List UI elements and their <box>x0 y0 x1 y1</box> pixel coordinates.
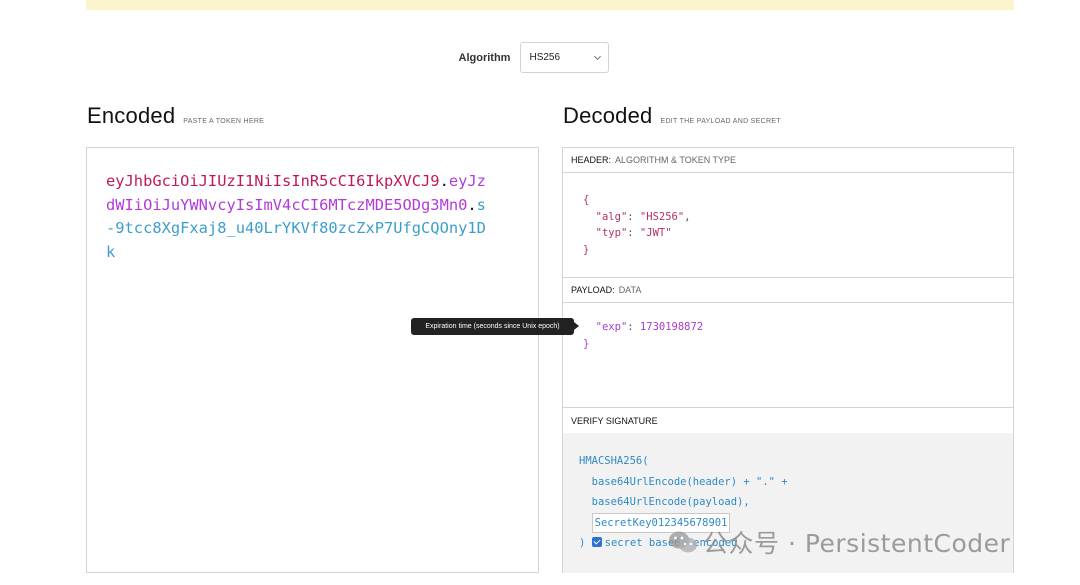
exp-key: "exp" <box>595 321 628 333</box>
header-json-editor[interactable]: { "alg": "HS256", "typ": "JWT" } <box>583 192 691 258</box>
header-panel-label: HEADER: <box>571 155 612 165</box>
verify-panel-label: VERIFY SIGNATURE <box>571 415 658 426</box>
token-dot: . <box>467 195 477 214</box>
payload-json-editor[interactable]: "exp": 1730198872 } <box>583 319 703 352</box>
header-panel-sublabel: ALGORITHM & TOKEN TYPE <box>615 155 737 165</box>
verify-panel-heading: VERIFY SIGNATURE <box>563 408 1013 433</box>
formula-close-paren: ) <box>579 537 586 549</box>
payload-panel-heading: PAYLOAD: DATA <box>563 278 1013 303</box>
encoded-heading: Encoded PASTE A TOKEN HERE <box>87 103 264 129</box>
token-header-part: eyJhbGciOiJIUzI1NiIsInR5cCI6IkpXVCJ9 <box>106 172 440 190</box>
alg-value: "HS256" <box>639 210 685 223</box>
alg-key: "alg" <box>595 210 628 223</box>
payload-encode-line: base64UrlEncode(payload), <box>591 496 750 508</box>
hmac-function: HMACSHA256( <box>579 455 649 467</box>
warning-banner <box>86 0 1014 10</box>
chevron-down-icon <box>594 52 602 60</box>
exp-value: 1730198872 <box>639 321 704 333</box>
token-dot: . <box>439 172 449 190</box>
algorithm-row: Algorithm HS256 <box>0 42 1080 73</box>
payload-panel-label: PAYLOAD: <box>571 285 615 295</box>
watermark: 公众号 · PersistentCoder <box>668 524 1010 560</box>
algorithm-label: Algorithm <box>458 51 511 64</box>
header-encode-line: base64UrlEncode(header) + "." + <box>591 475 788 488</box>
encoded-token-text[interactable]: eyJhbGciOiJIUzI1NiIsInR5cCI6IkpXVCJ9.eyJ… <box>106 170 486 264</box>
secret-base64-checkbox[interactable] <box>591 537 602 547</box>
decoded-heading: Decoded EDIT THE PAYLOAD AND SECRET <box>563 103 781 129</box>
encoded-title: Encoded <box>87 103 176 128</box>
typ-key: "typ" <box>595 227 628 239</box>
decoded-subtitle: EDIT THE PAYLOAD AND SECRET <box>660 118 781 125</box>
wechat-icon <box>669 531 697 553</box>
decoded-panel: HEADER: ALGORITHM & TOKEN TYPE { "alg": … <box>562 147 1014 573</box>
watermark-text: 公众号 · PersistentCoder <box>703 529 1011 558</box>
header-panel-heading: HEADER: ALGORITHM & TOKEN TYPE <box>563 148 1013 173</box>
typ-value: "JWT" <box>639 227 672 239</box>
algorithm-select[interactable]: HS256 <box>520 42 610 73</box>
algorithm-selected-value: HS256 <box>529 52 561 63</box>
payload-panel-sublabel: DATA <box>618 285 642 295</box>
exp-tooltip: Expiration time (seconds since Unix epoc… <box>411 318 579 335</box>
encoded-subtitle: PASTE A TOKEN HERE <box>183 118 265 125</box>
decoded-title: Decoded <box>563 103 653 128</box>
